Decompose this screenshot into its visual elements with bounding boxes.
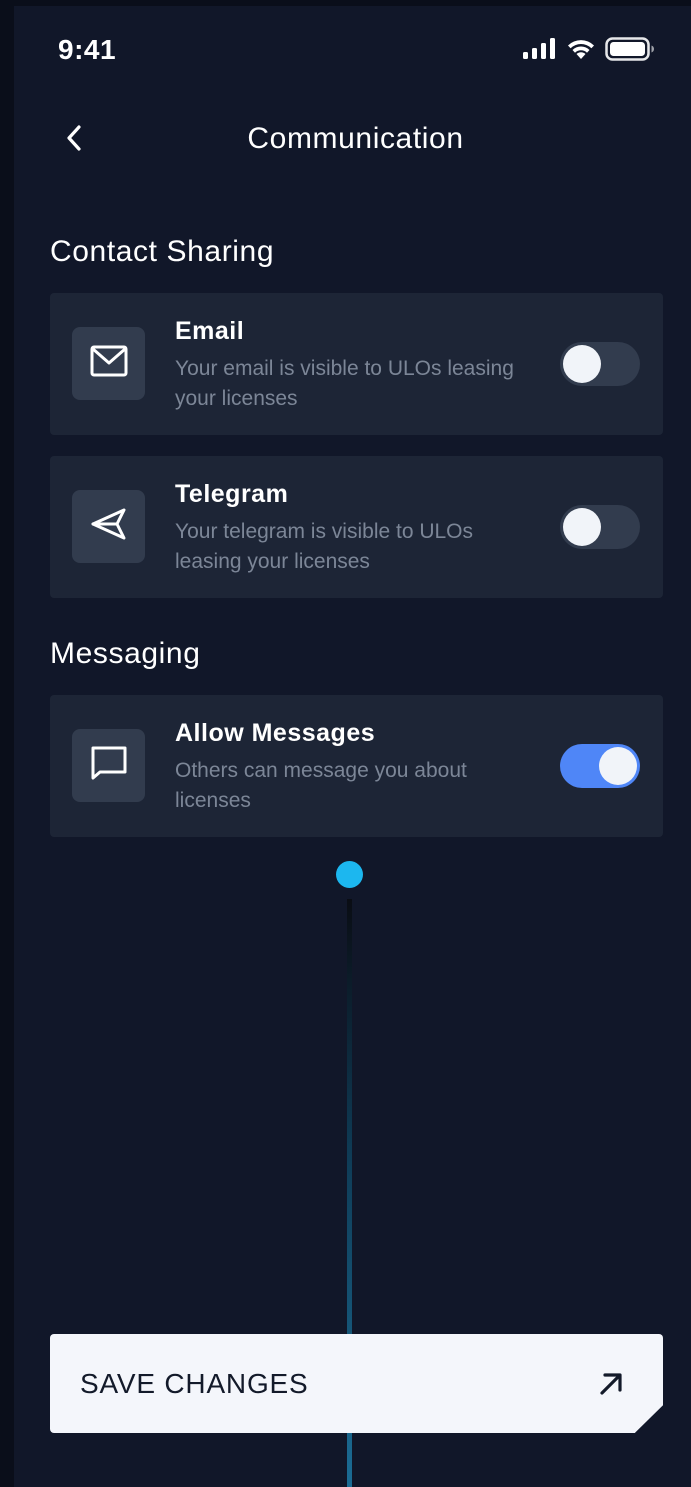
setting-title: Telegram bbox=[175, 480, 289, 508]
toggle-knob bbox=[563, 508, 601, 546]
card-icon-container bbox=[72, 327, 145, 400]
setting-card-email: Email Your email is visible to ULOs leas… bbox=[50, 293, 663, 435]
indicator-dot bbox=[336, 861, 363, 888]
battery-icon bbox=[605, 37, 655, 66]
signal-icon bbox=[523, 38, 557, 65]
setting-card-telegram: Telegram Your telegram is visible to ULO… bbox=[50, 456, 663, 598]
setting-card-allow-messages: Allow Messages Others can message you ab… bbox=[50, 695, 663, 837]
arrow-up-right-icon bbox=[597, 1370, 625, 1398]
setting-description: Your email is visible to ULOs leasing yo… bbox=[175, 357, 514, 410]
toggle-knob bbox=[599, 747, 637, 785]
setting-description: Others can message you about licenses bbox=[175, 759, 467, 812]
section-title-contact-sharing: Contact Sharing bbox=[50, 235, 275, 268]
card-icon-container bbox=[72, 729, 145, 802]
toggle-knob bbox=[563, 345, 601, 383]
save-button-label: SAVE CHANGES bbox=[80, 1368, 309, 1399]
mail-icon bbox=[90, 345, 128, 382]
allow-messages-toggle[interactable] bbox=[560, 744, 640, 788]
setting-title: Email bbox=[175, 317, 245, 345]
setting-title: Allow Messages bbox=[175, 719, 376, 747]
status-icons bbox=[523, 37, 655, 66]
send-icon bbox=[90, 507, 128, 546]
setting-description: Your telegram is visible to ULOs leasing… bbox=[175, 520, 474, 573]
message-icon bbox=[90, 745, 128, 786]
status-time: 9:41 bbox=[58, 34, 117, 65]
wifi-icon bbox=[566, 38, 596, 65]
page-title: Communication bbox=[247, 122, 464, 155]
email-toggle[interactable] bbox=[560, 342, 640, 386]
save-changes-button[interactable]: SAVE CHANGES bbox=[50, 1334, 663, 1433]
telegram-toggle[interactable] bbox=[560, 505, 640, 549]
card-icon-container bbox=[72, 490, 145, 563]
section-title-messaging: Messaging bbox=[50, 637, 201, 670]
app-screen: 9:41 Communication Contact Sharing Email… bbox=[14, 6, 691, 1487]
